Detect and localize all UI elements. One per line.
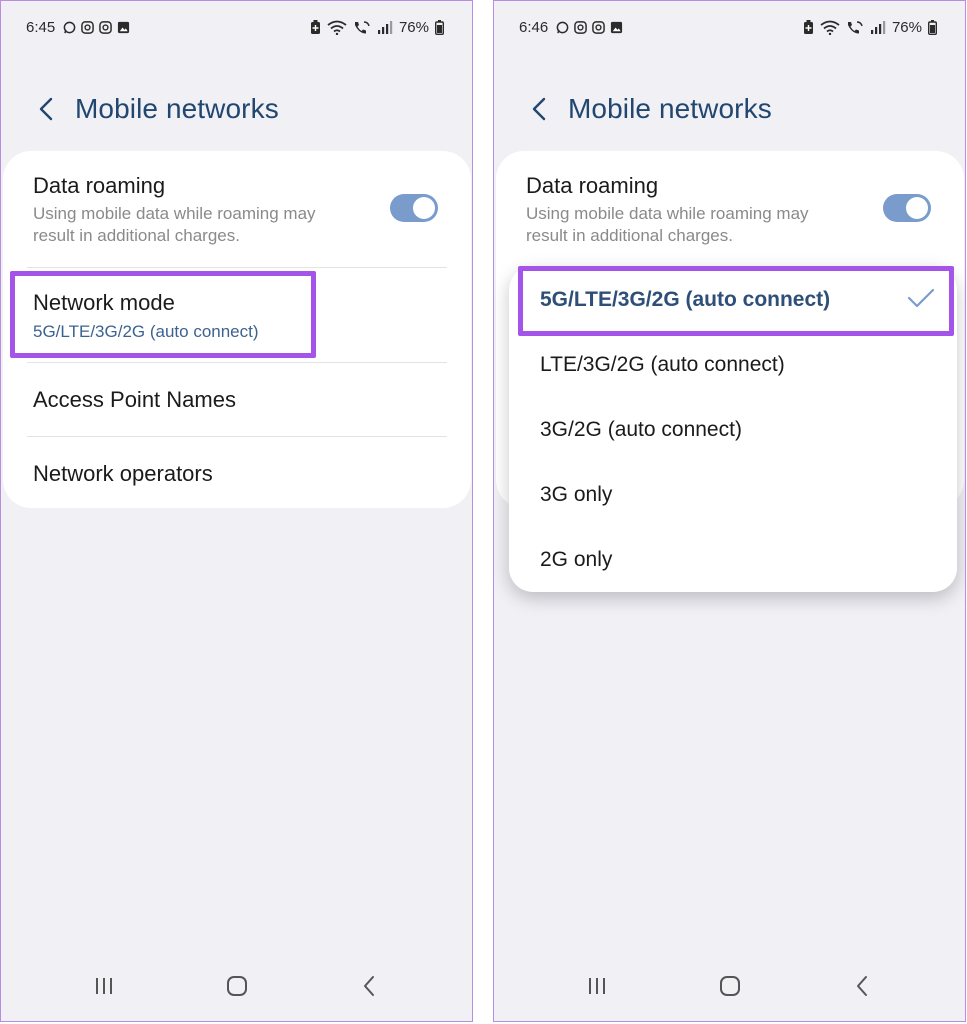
access-point-names-row[interactable]: Access Point Names xyxy=(33,387,445,413)
instagram-icon xyxy=(99,21,113,34)
data-roaming-subtitle: Using mobile data while roaming may resu… xyxy=(33,203,445,247)
phone-screen-right: 6:46 76% Mobile networks Data roaming Us… xyxy=(493,0,966,1022)
status-bar: 6:46 76% xyxy=(494,19,965,41)
wifi-call-icon xyxy=(354,21,370,34)
status-time: 6:45 xyxy=(26,19,56,36)
highlight-box xyxy=(10,271,316,358)
wifi-call-icon xyxy=(847,21,863,34)
signal-icon xyxy=(377,21,393,34)
page-title: Mobile networks xyxy=(75,93,279,124)
highlight-box xyxy=(518,266,954,336)
header: Mobile networks xyxy=(31,89,279,129)
network-operators-row[interactable]: Network operators xyxy=(33,461,445,487)
gallery-icon xyxy=(611,21,623,34)
status-time: 6:46 xyxy=(519,19,549,36)
wifi-icon xyxy=(327,20,347,35)
instagram-icon xyxy=(81,21,95,34)
gallery-icon xyxy=(118,21,130,34)
phone-screen-left: 6:45 76% Mobile networks Data roaming Us… xyxy=(0,0,473,1022)
chevron-left-icon xyxy=(532,97,546,121)
instagram-icon xyxy=(592,21,606,34)
battery-saver-icon xyxy=(310,20,320,34)
data-roaming-subtitle-line2: result in additional charges. xyxy=(526,226,733,245)
wifi-icon xyxy=(820,20,840,35)
recent-apps-button[interactable] xyxy=(579,971,615,1001)
recent-apps-button[interactable] xyxy=(86,971,122,1001)
data-roaming-row[interactable]: Data roaming Using mobile data while roa… xyxy=(33,173,445,247)
whatsapp-icon xyxy=(63,21,76,34)
network-mode-option-3g-only[interactable]: 3G only xyxy=(540,483,612,507)
nav-back-button[interactable] xyxy=(844,971,880,1001)
navigation-bar xyxy=(494,971,965,1001)
status-bar: 6:45 76% xyxy=(1,19,472,41)
home-button[interactable] xyxy=(219,971,255,1001)
instagram-icon xyxy=(574,21,588,34)
battery-icon xyxy=(928,20,937,35)
data-roaming-subtitle-line2: result in additional charges. xyxy=(33,226,240,245)
battery-saver-icon xyxy=(803,20,813,34)
whatsapp-icon xyxy=(556,21,569,34)
data-roaming-subtitle: Using mobile data while roaming may resu… xyxy=(526,203,938,247)
page-title: Mobile networks xyxy=(568,93,772,124)
signal-icon xyxy=(870,21,886,34)
home-icon xyxy=(227,976,247,996)
data-roaming-title: Data roaming xyxy=(526,173,659,198)
home-icon xyxy=(720,976,740,996)
header: Mobile networks xyxy=(524,89,772,129)
toggle-knob xyxy=(413,197,435,219)
chevron-left-icon xyxy=(39,97,53,121)
divider xyxy=(27,267,447,268)
back-icon xyxy=(857,976,867,996)
nav-back-button[interactable] xyxy=(351,971,387,1001)
network-mode-option-2g-only[interactable]: 2G only xyxy=(540,548,612,572)
data-roaming-row[interactable]: Data roaming Using mobile data while roa… xyxy=(526,173,938,247)
back-button[interactable] xyxy=(524,89,554,129)
network-mode-option-3g-2g[interactable]: 3G/2G (auto connect) xyxy=(540,418,742,442)
access-point-names-title: Access Point Names xyxy=(33,387,236,412)
battery-percent: 76% xyxy=(891,19,922,36)
data-roaming-title: Data roaming xyxy=(33,173,166,198)
back-icon xyxy=(364,976,374,996)
data-roaming-subtitle-line1: Using mobile data while roaming may xyxy=(526,204,809,223)
battery-percent: 76% xyxy=(398,19,429,36)
divider xyxy=(27,362,447,363)
toggle-knob xyxy=(906,197,928,219)
data-roaming-subtitle-line1: Using mobile data while roaming may xyxy=(33,204,316,223)
recent-apps-icon xyxy=(589,978,605,994)
recent-apps-icon xyxy=(96,978,112,994)
navigation-bar xyxy=(1,971,472,1001)
data-roaming-toggle[interactable] xyxy=(390,194,438,222)
divider xyxy=(27,436,447,437)
home-button[interactable] xyxy=(712,971,748,1001)
back-button[interactable] xyxy=(31,89,61,129)
network-operators-title: Network operators xyxy=(33,461,213,486)
data-roaming-toggle[interactable] xyxy=(883,194,931,222)
battery-icon xyxy=(435,20,444,35)
network-mode-option-lte-3g-2g[interactable]: LTE/3G/2G (auto connect) xyxy=(540,353,785,377)
